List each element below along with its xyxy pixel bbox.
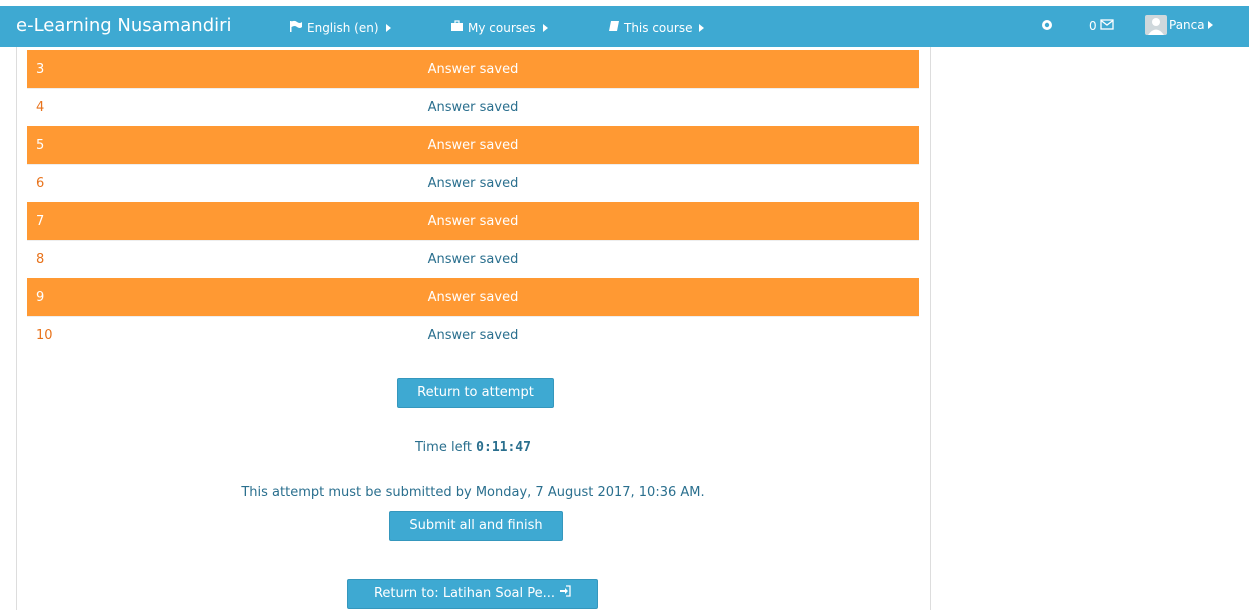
caret-right-icon [699,23,705,32]
my-courses-label: My courses [468,20,536,35]
table-row[interactable]: 9 Answer saved [27,278,919,316]
table-row[interactable]: 5 Answer saved [27,126,919,164]
table-row[interactable]: 3 Answer saved [27,50,919,88]
caret-right-icon [1207,21,1213,29]
messages-button[interactable]: 0 [1089,19,1114,33]
time-left-value: 0:11:47 [476,440,531,455]
site-brand[interactable]: e-Learning Nusamandiri [16,16,232,36]
my-courses-menu[interactable]: My courses [450,20,548,35]
return-to-attempt-button[interactable]: Return to attempt [397,378,554,408]
question-status: Answer saved [427,176,519,191]
user-menu[interactable]: Panca [1145,15,1213,35]
this-course-label: This course [624,20,693,35]
this-course-menu[interactable]: This course [608,20,705,35]
navbar: e-Learning Nusamandiri English (en) My c… [0,6,1249,47]
notifications-button[interactable] [1041,19,1053,34]
language-label: English (en) [307,20,379,35]
table-row[interactable]: 8 Answer saved [27,240,919,278]
language-menu[interactable]: English (en) [289,20,391,35]
submission-deadline: This attempt must be submitted by Monday… [241,485,705,500]
question-status: Answer saved [427,100,519,115]
submit-all-button[interactable]: Submit all and finish [389,511,563,541]
question-status: Answer saved [427,137,519,153]
sign-in-icon [559,580,571,608]
user-name: Panca [1169,18,1205,32]
return-to-label: Return to: Latihan Soal Pe... [373,586,556,601]
attempt-summary-table: 3 Answer saved 4 Answer saved 5 Answer s… [27,50,919,354]
table-row[interactable]: 4 Answer saved [27,88,919,126]
user-avatar-icon [1145,15,1167,35]
question-status: Answer saved [427,61,519,77]
notification-icon [1041,19,1053,34]
envelope-icon [1099,19,1114,33]
table-row[interactable]: 7 Answer saved [27,202,919,240]
table-row[interactable]: 6 Answer saved [27,164,919,202]
content-border-left [16,47,17,610]
question-status: Answer saved [427,328,519,343]
time-left-label: Time left [415,440,473,455]
caret-right-icon [385,23,391,32]
book-icon [608,20,620,35]
caret-right-icon [542,23,548,32]
time-left: Time left 0:11:47 [0,440,946,455]
briefcase-icon [450,20,464,35]
question-status: Answer saved [427,213,519,229]
message-count: 0 [1089,19,1097,33]
flag-icon [289,20,303,35]
question-status: Answer saved [427,252,519,267]
question-status: Answer saved [427,289,519,305]
table-row[interactable]: 10 Answer saved [27,316,919,354]
content-border-right [930,47,931,610]
return-to-course-button[interactable]: Return to: Latihan Soal Pe... [347,579,598,609]
